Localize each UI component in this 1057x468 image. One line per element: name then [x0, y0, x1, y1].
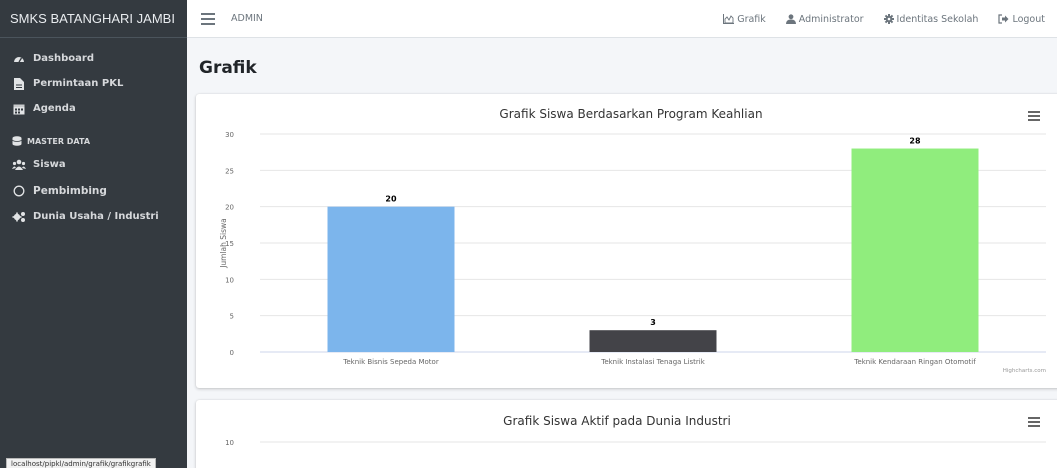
file-icon: [12, 77, 26, 91]
x-tick-label: Teknik Bisnis Sepeda Motor: [342, 358, 439, 366]
nav-link-label: Logout: [1012, 13, 1045, 25]
tachometer-icon: [12, 52, 26, 66]
nav-link-grafik[interactable]: Grafik: [723, 14, 766, 25]
sidebar-item-siswa[interactable]: Siswa: [0, 152, 187, 177]
nav-link-logout[interactable]: Logout: [998, 14, 1045, 25]
sidebar-item-label: Agenda: [33, 103, 76, 114]
bar: [851, 148, 979, 352]
sidebar-item-pembimbing[interactable]: Pembimbing: [0, 177, 187, 204]
bar: [327, 206, 455, 352]
page-title: Grafik: [199, 58, 257, 78]
y-axis-label: Jumlah Siswa: [219, 218, 228, 269]
nav-link-label: Administrator: [798, 13, 864, 25]
bar: [589, 330, 717, 352]
sidebar-item-label: Permintaan PKL: [33, 78, 124, 89]
status-bar-url: localhost/pipkl/admin/grafik/grafikgrafi…: [6, 458, 156, 468]
sidebar-section-label: MASTER DATA: [27, 136, 91, 146]
menu-toggle-icon[interactable]: [201, 12, 215, 25]
y-tick-label: 10: [225, 439, 234, 447]
sidebar-nav: Dashboard Permintaan PKL Agenda MASTER D…: [0, 38, 187, 229]
top-navbar: ADMIN Grafik Administrator Identitas Sek…: [187, 0, 1057, 38]
sidebar-item-label: Pembimbing: [33, 184, 107, 197]
sidebar: SMKS BATANGHARI JAMBI Dashboard Perminta…: [0, 0, 187, 468]
calendar-icon: [12, 102, 26, 116]
sidebar-item-agenda[interactable]: Agenda: [0, 96, 187, 121]
user-icon: [785, 14, 796, 24]
data-label: 28: [909, 137, 921, 146]
nav-link-identitas-sekolah[interactable]: Identitas Sekolah: [883, 13, 979, 25]
circle-icon: [12, 184, 26, 198]
sidebar-item-dunia-usaha-industri[interactable]: Dunia Usaha / Industri: [0, 204, 187, 229]
sidebar-item-label: Siswa: [33, 159, 66, 170]
sidebar-item-dashboard[interactable]: Dashboard: [0, 46, 187, 71]
chart-card-program-keahlian: Grafik Siswa Berdasarkan Program Keahlia…: [196, 94, 1057, 388]
nav-link-label: Grafik: [737, 13, 766, 25]
top-nav-links: Grafik Administrator Identitas Sekolah L…: [723, 0, 1057, 38]
chart-card-dunia-industri: Grafik Siswa Aktif pada Dunia Industri 1…: [196, 400, 1057, 468]
y-tick-label: 10: [225, 276, 234, 284]
data-label: 3: [650, 318, 656, 327]
sidebar-item-label: Dashboard: [33, 53, 94, 64]
nav-link-label: Identitas Sekolah: [896, 13, 979, 25]
y-tick-label: 30: [225, 131, 234, 139]
database-icon: [12, 136, 22, 146]
y-tick-label: 25: [225, 167, 234, 175]
y-tick-label: 5: [230, 313, 234, 321]
nav-link-administrator[interactable]: Administrator: [785, 13, 864, 25]
y-tick-label: 20: [225, 204, 234, 212]
chart-area-icon: [723, 14, 735, 24]
y-tick-label: 0: [230, 349, 234, 357]
bar-chart: 10: [225, 439, 1046, 447]
sidebar-item-label: Dunia Usaha / Industri: [33, 211, 159, 222]
chart-credits: Highcharts.com: [1003, 368, 1046, 374]
sidebar-section-master-data: MASTER DATA: [0, 130, 187, 152]
cog-icon: [883, 14, 894, 24]
brand-link[interactable]: SMKS BATANGHARI JAMBI: [0, 0, 187, 38]
x-tick-label: Teknik Instalasi Tenaga Listrik: [600, 358, 705, 366]
data-label: 20: [385, 195, 397, 204]
bar-chart: 051015202530Jumlah Siswa20Teknik Bisnis …: [219, 131, 1046, 374]
sign-out-icon: [998, 14, 1009, 24]
cogs-icon: [12, 210, 26, 224]
x-tick-label: Teknik Kendaraan Ringan Otomotif: [853, 358, 976, 366]
sidebar-item-permintaan-pkl[interactable]: Permintaan PKL: [0, 71, 187, 96]
admin-label: ADMIN: [231, 13, 263, 24]
users-icon: [12, 158, 26, 172]
